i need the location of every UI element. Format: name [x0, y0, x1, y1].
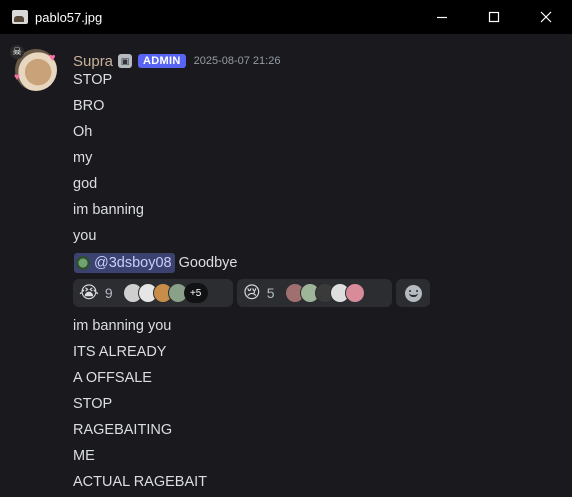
reactor-avatars	[284, 283, 365, 303]
mention-text: Goodbye	[178, 255, 238, 271]
add-reaction-button[interactable]	[396, 279, 430, 307]
reaction-count: 5	[266, 285, 275, 301]
message-line: RAGEBAITING	[73, 422, 173, 438]
maximize-icon	[488, 11, 500, 23]
crying-face-icon: 😢	[243, 283, 261, 302]
loudly-crying-face-icon: 😭	[79, 283, 99, 302]
window-controls	[416, 0, 572, 34]
more-reactors-badge: +5	[183, 283, 208, 303]
chat-message-area: ☠ ♥ ♥ Supra ▣ ADMIN 2025-08-07 21:26 STO…	[0, 34, 572, 497]
message-line: ME	[73, 448, 95, 464]
message-line: BRO	[73, 98, 105, 114]
role-icon[interactable]: ▣	[118, 54, 133, 68]
image-file-icon	[12, 10, 28, 24]
window-title: pablo57.jpg	[35, 9, 103, 25]
close-icon	[540, 11, 552, 23]
message-line: STOP	[73, 396, 113, 412]
heart-icon: ♥	[49, 52, 56, 64]
username[interactable]: Supra	[73, 53, 113, 70]
reactor-avatars: +5	[122, 283, 208, 303]
message-line: im banning you	[73, 318, 172, 334]
message-line: you	[73, 228, 97, 244]
heart-icon: ♥	[14, 72, 20, 83]
message-line: ITS ALREADY	[73, 344, 167, 360]
reactions-bar: 😭 9 +5 😢 5	[73, 278, 430, 308]
minimize-button[interactable]	[416, 0, 468, 34]
window-titlebar: pablo57.jpg	[0, 0, 572, 34]
message-header: Supra ▣ ADMIN 2025-08-07 21:26	[73, 52, 280, 70]
mention-handle: @3dsboy08	[94, 255, 172, 271]
message-line: STOP	[73, 72, 113, 88]
message-line: Oh	[73, 124, 93, 140]
message-line: my	[73, 150, 93, 166]
message-timestamp: 2025-08-07 21:26	[193, 55, 281, 67]
reaction-sad[interactable]: 😢 5	[237, 279, 392, 307]
reactor-avatar	[344, 283, 365, 303]
message-line: ACTUAL RAGEBAIT	[73, 474, 208, 490]
close-button[interactable]	[520, 0, 572, 34]
maximize-button[interactable]	[468, 0, 520, 34]
reaction-count: 9	[104, 285, 113, 301]
mention-avatar	[76, 256, 90, 270]
message-line: A OFFSALE	[73, 370, 152, 386]
message-line: god	[73, 176, 98, 192]
minimize-icon	[437, 16, 447, 19]
message-line: im banning	[73, 202, 144, 218]
admin-badge[interactable]: ADMIN	[138, 54, 186, 68]
add-reaction-icon	[404, 284, 422, 302]
mention-line: @3dsboy08 Goodbye	[74, 252, 237, 274]
skull-icon: ☠	[10, 45, 24, 59]
reaction-crying[interactable]: 😭 9 +5	[73, 279, 233, 307]
user-mention[interactable]: @3dsboy08	[74, 253, 175, 273]
